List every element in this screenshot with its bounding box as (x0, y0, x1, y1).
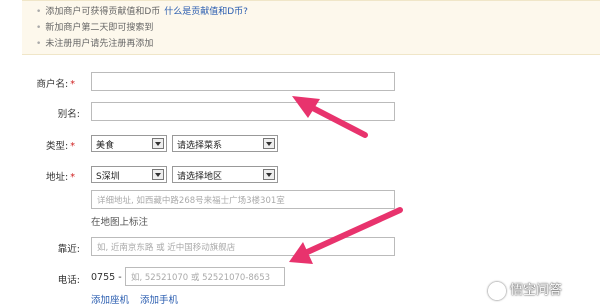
phone-input[interactable]: 如, 52521070 或 52521070-8653 (125, 267, 285, 286)
type-select[interactable]: 美食 (91, 135, 167, 152)
dropdown-arrow-icon (152, 169, 164, 180)
cuisine-select-value: 请选择菜系 (177, 141, 223, 151)
alias-input[interactable] (91, 102, 395, 121)
map-mark-link[interactable]: 在地图上标注 (91, 214, 148, 228)
wukong-logo-icon (488, 281, 506, 300)
area-code: 0755 - (91, 272, 122, 283)
city-select-value: S深圳 (96, 172, 120, 182)
city-select[interactable]: S深圳 (91, 166, 167, 183)
notice-item-3: • 未注册用户请先注册再添加 (36, 39, 154, 49)
address-label: 地址: * (46, 172, 75, 183)
watermark: 悟空问答 (488, 279, 600, 303)
notice-text-1: 添加商户可获得贡献值和D币 (45, 7, 161, 17)
type-label: 类型: * (46, 141, 75, 152)
dropdown-arrow-icon (263, 169, 275, 180)
watermark-text: 悟空问答 (510, 283, 563, 298)
merchant-name-label: 商户名: * (36, 79, 75, 90)
add-mobile-link[interactable]: 添加手机 (140, 292, 178, 305)
district-select[interactable]: 请选择地区 (172, 166, 278, 183)
dropdown-arrow-icon (263, 138, 275, 149)
alias-label: 别名: (57, 109, 80, 120)
required-mark: * (70, 79, 75, 90)
notice-box: • 添加商户可获得贡献值和D币 什么是贡献值和D币? • 新加商户第二天即可搜索到 •… (22, 0, 600, 55)
phone-label: 电话: (57, 275, 80, 286)
address-placeholder: 详细地址, 如西藏中路268号来福士广场3楼301室 (97, 196, 285, 206)
nearby-label: 靠近: (57, 244, 80, 255)
cuisine-select[interactable]: 请选择菜系 (172, 135, 278, 152)
add-landline-link[interactable]: 添加座机 (91, 292, 129, 305)
type-select-value: 美食 (96, 141, 115, 151)
dropdown-arrow-icon (152, 138, 164, 149)
notice-text-2: 新加商户第二天即可搜索到 (45, 23, 154, 33)
address-detail-input[interactable]: 详细地址, 如西藏中路268号来福士广场3楼301室 (91, 190, 395, 209)
phone-placeholder: 如, 52521070 或 52521070-8653 (131, 273, 271, 283)
notice-text-3: 未注册用户请先注册再添加 (45, 39, 154, 49)
notice-item-2: • 新加商户第二天即可搜索到 (36, 23, 154, 33)
nearby-placeholder: 如, 近南京东路 或 近中国移动旗舰店 (97, 243, 236, 253)
district-select-value: 请选择地区 (177, 172, 223, 182)
nearby-input[interactable]: 如, 近南京东路 或 近中国移动旗舰店 (91, 237, 395, 256)
what-is-contribution-link[interactable]: 什么是贡献值和D币? (164, 7, 248, 17)
notice-item-1: • 添加商户可获得贡献值和D币 什么是贡献值和D币? (36, 7, 248, 17)
merchant-name-input[interactable] (91, 72, 395, 91)
